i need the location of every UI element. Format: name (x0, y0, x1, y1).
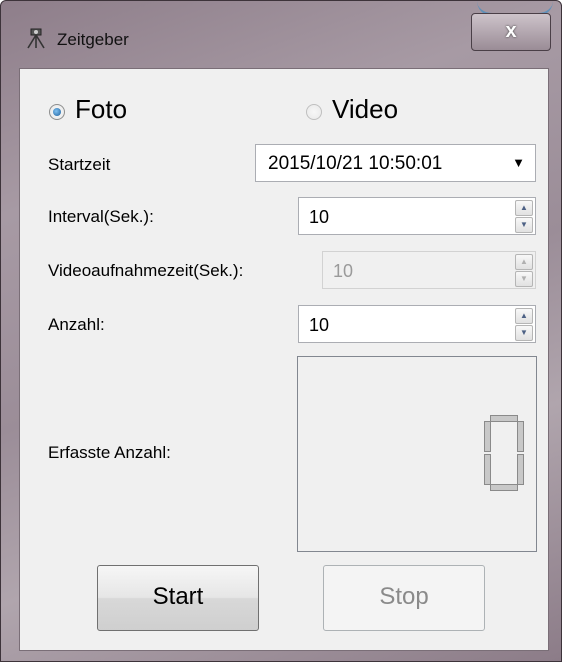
seven-segment-digit (484, 415, 524, 491)
segment-top (490, 415, 518, 422)
video-duration-spin: ▲ ▼ (515, 254, 533, 287)
spin-up-icon[interactable]: ▲ (515, 200, 533, 216)
segment-bottom (490, 484, 518, 491)
captured-count-display: 0 (297, 356, 537, 552)
video-label[interactable]: Video (332, 94, 398, 125)
interval-stepper[interactable]: 10 ▲ ▼ (298, 197, 536, 235)
interval-spin[interactable]: ▲ ▼ (515, 200, 533, 233)
spin-down-icon[interactable]: ▼ (515, 325, 533, 341)
count-value[interactable]: 10 (309, 315, 329, 336)
video-duration-value: 10 (333, 261, 354, 281)
segment-top-right (517, 421, 524, 452)
title-bar[interactable]: Zeitgeber x (1, 1, 561, 65)
start-time-picker[interactable]: 2015/10/21 10:50:01 ▼ (255, 144, 536, 182)
spin-down-icon: ▼ (515, 271, 533, 287)
video-duration-stepper: 10 ▲ ▼ (322, 251, 536, 289)
video-radio[interactable] (306, 104, 322, 120)
segment-top-left (484, 421, 491, 452)
interval-value[interactable]: 10 (309, 207, 329, 228)
spin-up-icon: ▲ (515, 254, 533, 270)
close-button[interactable]: x (471, 13, 551, 51)
start-button[interactable]: Start (97, 565, 259, 631)
stop-button: Stop (323, 565, 485, 631)
close-icon: x (505, 20, 517, 42)
spin-up-icon[interactable]: ▲ (515, 308, 533, 324)
segment-bottom-right (517, 454, 524, 485)
count-spin[interactable]: ▲ ▼ (515, 308, 533, 341)
chevron-down-icon[interactable]: ▼ (512, 155, 525, 170)
spin-down-icon[interactable]: ▼ (515, 217, 533, 233)
client-area: Foto Video Startzeit 2015/10/21 10:50:01… (19, 68, 549, 651)
video-duration-label: Videoaufnahmezeit(Sek.): (48, 261, 244, 280)
foto-label[interactable]: Foto (75, 94, 127, 125)
start-time-value: 2015/10/21 10:50:01 (268, 153, 443, 174)
foto-radio[interactable] (49, 104, 65, 120)
interval-label: Interval(Sek.): (48, 207, 154, 226)
start-time-label: Startzeit (48, 155, 111, 174)
window-title: Zeitgeber (57, 30, 129, 49)
segment-bottom-left (484, 454, 491, 485)
timer-window: Zeitgeber x Foto Video Startzeit 2015/10… (0, 0, 562, 662)
camera-tripod-icon (27, 28, 45, 49)
count-stepper[interactable]: 10 ▲ ▼ (298, 305, 536, 343)
captured-count-label: Erfasste Anzahl: (48, 443, 171, 462)
count-label: Anzahl: (48, 315, 105, 334)
